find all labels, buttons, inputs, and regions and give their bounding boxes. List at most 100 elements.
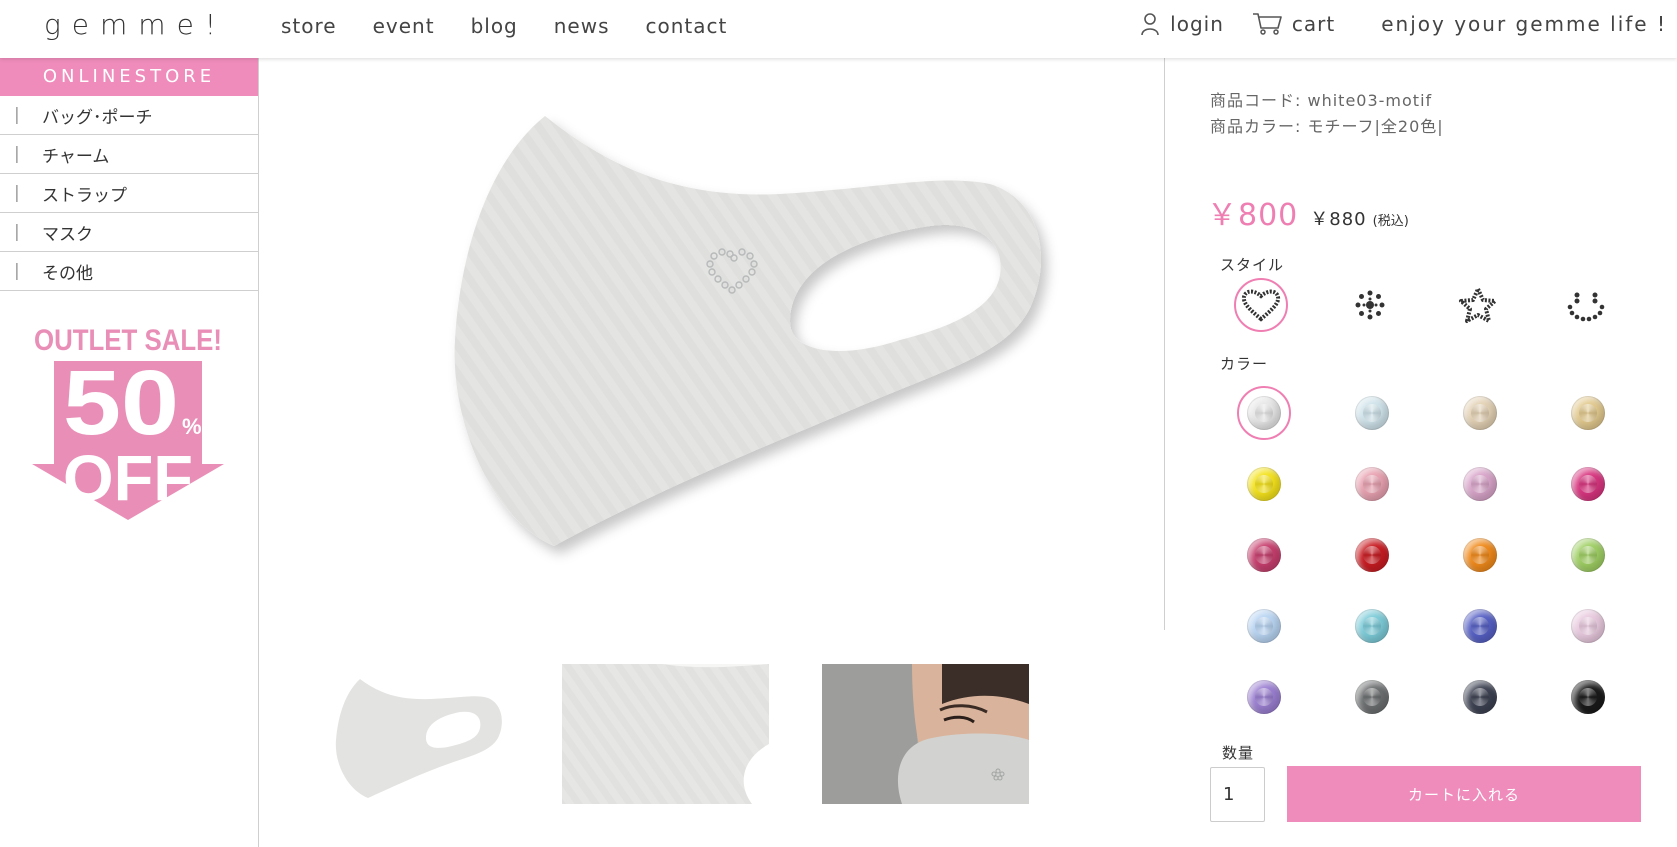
style-label: スタイル (1220, 256, 1285, 274)
category-item-bags[interactable]: | バッグ･ポーチ (0, 96, 258, 135)
gem-icon (1355, 396, 1389, 430)
login-label: login (1170, 12, 1224, 36)
price: ￥800 (1207, 198, 1299, 233)
gem-icon (1247, 538, 1281, 572)
nav-store[interactable]: store (281, 14, 337, 38)
category-label: マスク (42, 224, 93, 245)
color-swatch-11[interactable] (1453, 528, 1507, 582)
product-info: 商品コード: white03-motif 商品カラー: モチーフ|全20色| (1210, 88, 1650, 140)
color-swatch-13[interactable] (1237, 599, 1291, 653)
color-swatch-2[interactable] (1345, 386, 1399, 440)
style-option-star[interactable] (1451, 278, 1505, 332)
smile-motif-icon (1567, 292, 1605, 322)
category-item-mask[interactable]: | マスク (0, 213, 258, 252)
nav-blog[interactable]: blog (471, 14, 518, 38)
thumbnail-2[interactable] (562, 664, 769, 804)
star-motif-icon (1459, 287, 1497, 323)
color-swatch-8[interactable] (1561, 457, 1615, 511)
category-label: バッグ･ポーチ (42, 107, 153, 128)
quantity-input[interactable] (1210, 767, 1265, 822)
category-list: | バッグ･ポーチ | チャーム | ストラップ | マスク | その他 (0, 96, 258, 291)
login-link[interactable]: login (1140, 12, 1224, 36)
style-option-heart[interactable] (1234, 278, 1288, 332)
category-item-other[interactable]: | その他 (0, 252, 258, 291)
site-tagline: enjoy your gemme life ! (1381, 12, 1667, 36)
color-swatch-19[interactable] (1453, 670, 1507, 724)
product-main-image[interactable] (430, 90, 1080, 610)
color-swatch-20[interactable] (1561, 670, 1615, 724)
gem-icon (1571, 467, 1605, 501)
product-code-line: 商品コード: white03-motif (1210, 88, 1650, 114)
sale-banner-off: OFF (63, 442, 193, 514)
price-with-tax: ￥880 (1310, 209, 1367, 230)
product-color-label: 商品カラー: (1210, 117, 1302, 136)
color-swatch-18[interactable] (1345, 670, 1399, 724)
product-code-label: 商品コード: (1210, 91, 1302, 110)
gem-icon (1571, 538, 1605, 572)
add-to-cart-button[interactable]: カートに入れる (1287, 766, 1641, 822)
gem-icon (1463, 538, 1497, 572)
color-swatch-17[interactable] (1237, 670, 1291, 724)
color-swatch-3[interactable] (1453, 386, 1507, 440)
gem-icon (1571, 680, 1605, 714)
color-swatch-10[interactable] (1345, 528, 1399, 582)
gem-icon (1463, 467, 1497, 501)
gem-icon (1247, 680, 1281, 714)
snowflake-motif-icon (1355, 290, 1385, 320)
nav-news[interactable]: news (554, 14, 610, 38)
product-code: white03-motif (1307, 91, 1433, 110)
outlet-sale-banner[interactable]: OUTLET SALE! 50 % OFF (28, 316, 228, 526)
gem-icon (1571, 609, 1605, 643)
color-swatch-4[interactable] (1561, 386, 1615, 440)
category-bar: | (14, 183, 20, 203)
color-label: カラー (1220, 355, 1269, 373)
cart-link[interactable]: cart (1252, 12, 1335, 36)
tax-note: (税込) (1372, 214, 1409, 229)
gem-icon (1463, 609, 1497, 643)
color-swatch-5[interactable] (1237, 457, 1291, 511)
nav-contact[interactable]: contact (646, 14, 728, 38)
style-option-snowflake[interactable] (1343, 278, 1397, 332)
gem-icon (1355, 680, 1389, 714)
gem-icon (1247, 396, 1281, 430)
color-swatch-12[interactable] (1561, 528, 1615, 582)
site-logo[interactable]: gemme! (44, 8, 227, 41)
sale-banner-50: 50 (63, 352, 179, 454)
nav-event[interactable]: event (373, 14, 435, 38)
product-color: モチーフ|全20色| (1307, 117, 1444, 136)
gem-icon (1355, 467, 1389, 501)
main-nav: store event blog news contact (281, 14, 763, 38)
category-bar: | (14, 105, 20, 125)
vertical-divider (1164, 58, 1165, 630)
category-label: ストラップ (42, 185, 127, 206)
category-item-charm[interactable]: | チャーム (0, 135, 258, 174)
gem-icon (1571, 396, 1605, 430)
color-swatch-1[interactable] (1237, 386, 1291, 440)
product-color-line: 商品カラー: モチーフ|全20色| (1210, 114, 1650, 140)
color-swatch-15[interactable] (1453, 599, 1507, 653)
thumbnail-fabric-closeup (562, 664, 769, 804)
color-swatch-9[interactable] (1237, 528, 1291, 582)
cart-icon (1252, 13, 1282, 35)
gem-icon (1463, 396, 1497, 430)
thumbnail-mask-image (330, 664, 537, 804)
gem-icon (1355, 538, 1389, 572)
category-item-strap[interactable]: | ストラップ (0, 174, 258, 213)
thumbnail-1[interactable] (330, 664, 537, 804)
style-option-smile[interactable] (1559, 278, 1613, 332)
category-label: チャーム (42, 146, 110, 167)
thumbnail-model-photo (822, 664, 1029, 804)
color-swatch-7[interactable] (1453, 457, 1507, 511)
thumbnail-3[interactable] (822, 664, 1029, 804)
color-swatch-16[interactable] (1561, 599, 1615, 653)
gem-icon (1247, 609, 1281, 643)
quantity-label: 数量 (1222, 744, 1255, 762)
color-swatch-6[interactable] (1345, 457, 1399, 511)
cart-label: cart (1291, 12, 1336, 36)
user-icon (1141, 13, 1159, 36)
gem-icon (1355, 609, 1389, 643)
color-swatch-14[interactable] (1345, 599, 1399, 653)
sale-banner-percent: % (182, 414, 202, 439)
heart-motif-icon (1241, 289, 1281, 322)
category-bar: | (14, 144, 20, 164)
